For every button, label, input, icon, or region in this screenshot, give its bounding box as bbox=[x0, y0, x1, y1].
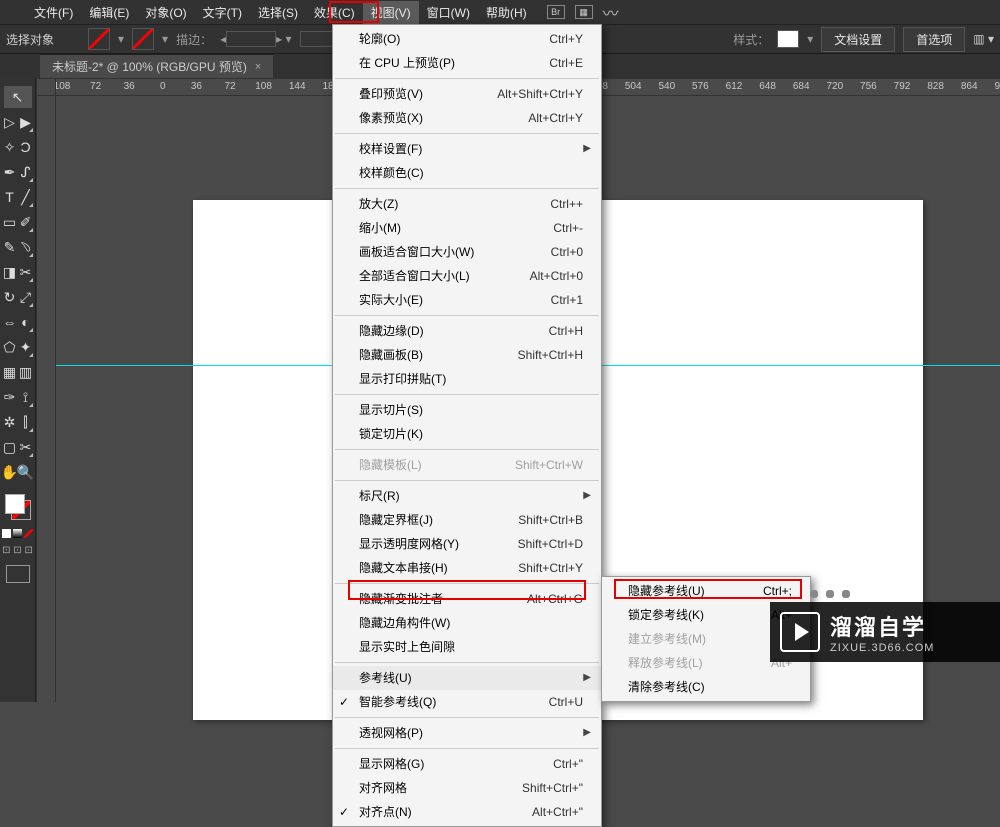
menu-window[interactable]: 窗口(W) bbox=[419, 1, 478, 24]
stroke-weight-field[interactable] bbox=[226, 31, 276, 47]
submenuitem-清除参考线(C)[interactable]: 清除参考线(C) bbox=[602, 675, 810, 699]
menu-object[interactable]: 对象(O) bbox=[137, 1, 194, 24]
menuitem-智能参考线(Q)[interactable]: ✓智能参考线(Q)Ctrl+U bbox=[333, 690, 601, 714]
menu-select[interactable]: 选择(S) bbox=[250, 1, 306, 24]
menuitem-参考线(U)[interactable]: 参考线(U) bbox=[333, 666, 601, 690]
rotate-reflect-tool[interactable]: ↻⤢ bbox=[2, 286, 34, 308]
symbol-graph-tool[interactable]: ✲⫿ bbox=[2, 411, 34, 433]
menuitem-画板适合窗口大小(W)[interactable]: 画板适合窗口大小(W)Ctrl+0 bbox=[333, 240, 601, 264]
ruler-origin[interactable] bbox=[36, 78, 56, 96]
menuitem-隐藏文本串接(H)[interactable]: 隐藏文本串接(H)Shift+Ctrl+Y bbox=[333, 556, 601, 580]
align-icon[interactable]: ▥ ▾ bbox=[973, 32, 994, 46]
watermark-title: 溜溜自学 bbox=[830, 610, 934, 642]
style-label: 样式： bbox=[733, 31, 769, 48]
stroke-dropdown-icon[interactable]: ▾ bbox=[162, 32, 168, 46]
menuitem-隐藏定界框(J)[interactable]: 隐藏定界框(J)Shift+Ctrl+B bbox=[333, 508, 601, 532]
rect-brush-tool[interactable]: ▭✐ bbox=[2, 211, 34, 233]
watermark-subtitle: ZIXUE.3D66.COM bbox=[830, 642, 934, 654]
close-tab-icon[interactable]: × bbox=[255, 61, 261, 73]
menu-help[interactable]: 帮助(H) bbox=[478, 1, 535, 24]
scale-warp-tool[interactable]: ⇔◐ bbox=[2, 311, 34, 333]
stroke-swatch[interactable] bbox=[132, 28, 154, 50]
select-object-label: 选择对象 bbox=[6, 31, 54, 48]
brush-indicator-icon: 〰 bbox=[603, 0, 619, 24]
color-mode-row[interactable] bbox=[2, 529, 34, 538]
menu-edit[interactable]: 编辑(E) bbox=[81, 1, 137, 24]
menuitem-实际大小(E)[interactable]: 实际大小(E)Ctrl+1 bbox=[333, 288, 601, 312]
menuitem-显示网格(G)[interactable]: 显示网格(G)Ctrl+" bbox=[333, 752, 601, 776]
submenuitem-隐藏参考线(U)[interactable]: 隐藏参考线(U)Ctrl+; bbox=[602, 579, 810, 603]
menuitem-放大(Z)[interactable]: 放大(Z)Ctrl++ bbox=[333, 192, 601, 216]
selection-tool[interactable]: ↖ bbox=[4, 86, 32, 108]
pencil-blob-tool[interactable]: ✎﹆ bbox=[2, 236, 34, 258]
doc-setup-button[interactable]: 文档设置 bbox=[821, 27, 895, 52]
menuitem-轮廓(O)[interactable]: 轮廓(O)Ctrl+Y bbox=[333, 27, 601, 51]
menuitem-隐藏画板(B)[interactable]: 隐藏画板(B)Shift+Ctrl+H bbox=[333, 343, 601, 367]
play-icon bbox=[780, 612, 820, 652]
hand-zoom-tool[interactable]: ✋🔍 bbox=[2, 461, 34, 483]
menu-view[interactable]: 视图(V) bbox=[363, 1, 419, 24]
menuitem-在 CPU 上预览(P)[interactable]: 在 CPU 上预览(P)Ctrl+E bbox=[333, 51, 601, 75]
fill-dropdown-icon[interactable]: ▾ bbox=[118, 32, 124, 46]
fill-swatch[interactable] bbox=[88, 28, 110, 50]
menubar: 文件(F) 编辑(E) 对象(O) 文字(T) 选择(S) 效果(C) 视图(V… bbox=[0, 0, 1000, 24]
menuitem-对齐点(N)[interactable]: ✓对齐点(N)Alt+Ctrl+" bbox=[333, 800, 601, 824]
menuitem-透视网格(P)[interactable]: 透视网格(P) bbox=[333, 721, 601, 745]
panel-dock-icons[interactable] bbox=[810, 590, 850, 598]
vertical-ruler[interactable] bbox=[36, 96, 56, 702]
document-tab[interactable]: 未标题-2* @ 100% (RGB/GPU 预览) × bbox=[40, 54, 273, 78]
menuitem-显示切片(S)[interactable]: 显示切片(S) bbox=[333, 398, 601, 422]
wand-lasso-tool[interactable]: ✧Ɔ bbox=[2, 136, 34, 158]
shapebuilder-puppet-tool[interactable]: ⬠✦ bbox=[2, 336, 34, 358]
menuitem-显示透明度网格(Y)[interactable]: 显示透明度网格(Y)Shift+Ctrl+D bbox=[333, 532, 601, 556]
fill-stroke-swap[interactable] bbox=[3, 492, 33, 522]
menu-file[interactable]: 文件(F) bbox=[26, 1, 81, 24]
menuitem-叠印预览(V)[interactable]: 叠印预览(V)Alt+Shift+Ctrl+Y bbox=[333, 82, 601, 106]
menuitem-隐藏模板(L): 隐藏模板(L)Shift+Ctrl+W bbox=[333, 453, 601, 477]
menuitem-全部适合窗口大小(L)[interactable]: 全部适合窗口大小(L)Alt+Ctrl+0 bbox=[333, 264, 601, 288]
menuitem-锁定切片(K)[interactable]: 锁定切片(K) bbox=[333, 422, 601, 446]
stroke-label: 描边： bbox=[176, 31, 212, 48]
menuitem-显示实时上色间隙[interactable]: 显示实时上色间隙 bbox=[333, 635, 601, 659]
menuitem-隐藏边角构件(W)[interactable]: 隐藏边角构件(W) bbox=[333, 611, 601, 635]
screen-mode-button[interactable] bbox=[6, 565, 30, 583]
document-tab-label: 未标题-2* @ 100% (RGB/GPU 预览) bbox=[52, 58, 247, 75]
graphic-style-swatch[interactable] bbox=[777, 30, 799, 48]
type-line-tool[interactable]: T╱ bbox=[2, 186, 34, 208]
arrange-icon[interactable]: ▦ bbox=[575, 5, 593, 19]
menuitem-像素预览(X)[interactable]: 像素预览(X)Alt+Ctrl+Y bbox=[333, 106, 601, 130]
menu-text[interactable]: 文字(T) bbox=[195, 1, 250, 24]
eraser-scissors-tool[interactable]: ◨✂ bbox=[2, 261, 34, 283]
tools-panel: ↖ ▷▶ ✧Ɔ ✒ᔑ T╱ ▭✐ ✎﹆ ◨✂ ↻⤢ ⇔◐ ⬠✦ ▦▥ ✑⟟ ✲⫿… bbox=[0, 78, 36, 702]
menuitem-校样设置(F)[interactable]: 校样设置(F) bbox=[333, 137, 601, 161]
menuitem-标尺(R)[interactable]: 标尺(R) bbox=[333, 484, 601, 508]
mesh-gradient-tool[interactable]: ▦▥ bbox=[2, 361, 34, 383]
pen-curvature-tool[interactable]: ✒ᔑ bbox=[2, 161, 34, 183]
menu-effect[interactable]: 效果(C) bbox=[306, 1, 363, 24]
menuitem-显示打印拼贴(T)[interactable]: 显示打印拼贴(T) bbox=[333, 367, 601, 391]
artboard-slice-tool[interactable]: ▢✂ bbox=[2, 436, 34, 458]
eyedropper-blend-tool[interactable]: ✑⟟ bbox=[2, 386, 34, 408]
watermark: 溜溜自学 ZIXUE.3D66.COM bbox=[770, 602, 1000, 662]
menuitem-对齐网格[interactable]: 对齐网格Shift+Ctrl+" bbox=[333, 776, 601, 800]
draw-mode-icon[interactable]: ⊡ ⊡ ⊡ bbox=[2, 545, 33, 556]
bridge-icon[interactable]: Br bbox=[547, 5, 565, 19]
direct-group-tool[interactable]: ▷▶ bbox=[2, 111, 34, 133]
view-menu-dropdown: 轮廓(O)Ctrl+Y在 CPU 上预览(P)Ctrl+E 叠印预览(V)Alt+… bbox=[332, 24, 602, 827]
menuitem-隐藏渐变批注者[interactable]: 隐藏渐变批注者Alt+Ctrl+G bbox=[333, 587, 601, 611]
menuitem-缩小(M)[interactable]: 缩小(M)Ctrl+- bbox=[333, 216, 601, 240]
menuitem-校样颜色(C)[interactable]: 校样颜色(C) bbox=[333, 161, 601, 185]
menuitem-隐藏边缘(D)[interactable]: 隐藏边缘(D)Ctrl+H bbox=[333, 319, 601, 343]
preferences-button[interactable]: 首选项 bbox=[903, 27, 965, 52]
